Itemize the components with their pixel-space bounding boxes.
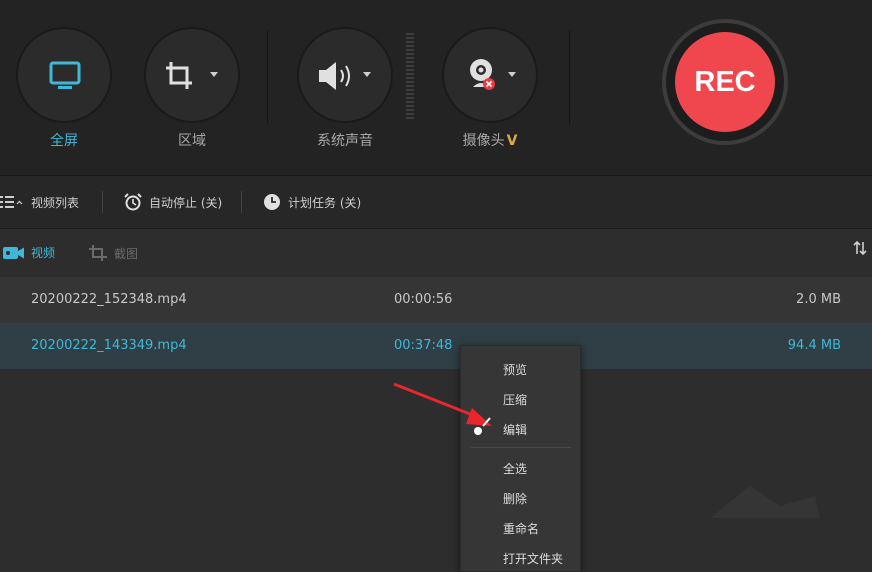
context-menu: 预览 压缩 编辑 全选 删除 重命名 打开文件夹 xyxy=(460,345,581,572)
toolbar-divider xyxy=(569,30,570,124)
webcam-label-wrap: 摄像头 V xyxy=(422,130,558,150)
menu-item-delete[interactable]: 删除 xyxy=(503,490,527,507)
clock-icon xyxy=(264,194,280,210)
schedule-button[interactable]: 计划任务 (关) xyxy=(263,192,361,212)
video-list-toggle[interactable]: 视频列表 xyxy=(0,192,79,212)
file-size: 2.0 MB xyxy=(796,292,841,307)
file-size: 94.4 MB xyxy=(787,338,841,353)
tab-video[interactable]: 视频 xyxy=(3,244,55,261)
annotation-arrow-icon xyxy=(393,382,492,435)
webcam-tool[interactable]: 摄像头 V xyxy=(442,27,538,149)
monitor-icon xyxy=(49,61,81,89)
menu-item-edit[interactable]: 编辑 xyxy=(503,421,527,438)
file-duration: 00:00:56 xyxy=(394,292,453,307)
menu-item-preview[interactable]: 预览 xyxy=(503,361,527,378)
crop-icon xyxy=(166,62,192,89)
menu-divider xyxy=(471,447,571,448)
top-toolbar: 全屏 区域 系统声音 摄像头 V REC xyxy=(0,0,872,175)
tab-screenshot[interactable]: 截图 xyxy=(88,244,138,262)
webcam-button[interactable] xyxy=(442,27,538,123)
video-list-label: 视频列表 xyxy=(31,195,80,210)
table-row-selected[interactable]: 20200222_143349.mp4 00:37:48 94.4 MB xyxy=(0,323,872,369)
rec-button[interactable]: REC xyxy=(675,32,775,132)
volume-meter xyxy=(406,33,414,119)
chevron-down-icon xyxy=(363,72,371,77)
file-name: 20200222_143349.mp4 xyxy=(31,338,187,353)
video-camera-icon xyxy=(3,246,24,259)
auto-stop-label: 自动停止 (关) xyxy=(149,195,223,210)
system-audio-label: 系统声音 xyxy=(317,133,373,149)
subbar-divider xyxy=(241,191,242,213)
rec-button-ring: REC xyxy=(662,19,788,145)
fullscreen-button[interactable] xyxy=(16,27,112,123)
watermark-logo xyxy=(710,486,820,518)
menu-item-select-all[interactable]: 全选 xyxy=(503,460,527,477)
fullscreen-tool[interactable]: 全屏 xyxy=(16,27,112,149)
tab-screenshot-label: 截图 xyxy=(114,246,139,261)
webcam-icon xyxy=(470,59,495,90)
table-row[interactable]: 20200222_152348.mp4 00:00:56 2.0 MB xyxy=(0,277,872,323)
file-duration: 00:37:48 xyxy=(394,338,453,353)
toolbar-divider xyxy=(267,30,268,124)
system-audio-button[interactable] xyxy=(297,27,393,123)
region-tool[interactable]: 区域 xyxy=(144,27,240,149)
sort-icon[interactable] xyxy=(853,240,867,256)
region-label: 区域 xyxy=(178,133,206,149)
speaker-icon xyxy=(319,62,350,90)
system-audio-tool[interactable]: 系统声音 xyxy=(297,27,393,149)
media-tabs: 视频 截图 xyxy=(0,230,872,276)
auto-stop-button[interactable]: 自动停止 (关) xyxy=(124,192,222,212)
vip-badge: V xyxy=(506,133,518,149)
chevron-down-icon xyxy=(210,72,218,77)
tab-video-label: 视频 xyxy=(31,246,56,260)
menu-item-open-folder[interactable]: 打开文件夹 xyxy=(503,550,563,567)
subbar-divider xyxy=(102,191,103,213)
region-button[interactable] xyxy=(144,27,240,123)
alarm-clock-icon xyxy=(124,193,142,211)
menu-item-rename[interactable]: 重命名 xyxy=(503,520,539,537)
schedule-label: 计划任务 (关) xyxy=(288,195,362,210)
chevron-down-icon xyxy=(508,72,516,77)
list-icon xyxy=(0,196,23,208)
crop-icon xyxy=(89,245,107,261)
fullscreen-label: 全屏 xyxy=(50,133,78,149)
menu-item-compress[interactable]: 压缩 xyxy=(503,391,527,408)
secondary-toolbar: 视频列表 自动停止 (关) 计划任务 (关) xyxy=(0,175,872,229)
file-name: 20200222_152348.mp4 xyxy=(31,292,187,307)
webcam-label: 摄像头 xyxy=(462,133,505,149)
